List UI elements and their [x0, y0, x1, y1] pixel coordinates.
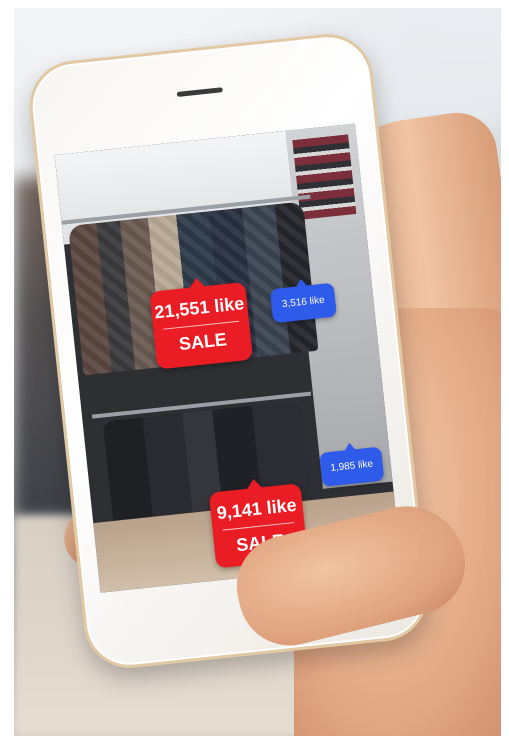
- like-badge-item-4[interactable]: 1,985 like: [319, 446, 385, 487]
- sale-label: SALE: [177, 329, 228, 355]
- like-count: 3,516 like: [281, 294, 326, 311]
- like-badge-item-2[interactable]: 3,516 like: [269, 282, 337, 324]
- sale-badge-item-1[interactable]: 21,551 like SALE: [149, 281, 254, 370]
- like-count: 1,985 like: [329, 458, 374, 474]
- folded-clothes-shelf: [292, 134, 357, 220]
